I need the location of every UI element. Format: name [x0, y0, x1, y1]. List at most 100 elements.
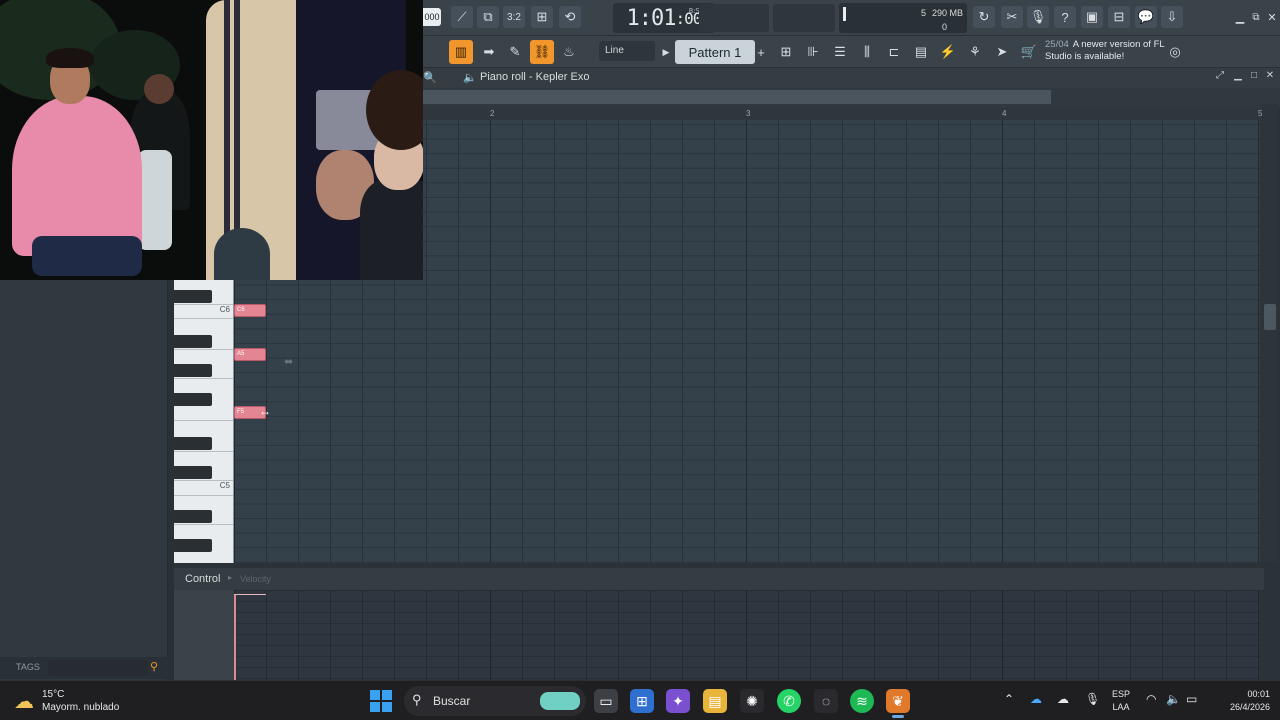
shop-icon[interactable]: 🛒: [1017, 40, 1041, 64]
windows-start-icon[interactable]: [370, 690, 392, 712]
help-icon[interactable]: ?: [1054, 6, 1076, 28]
black-key[interactable]: [174, 290, 212, 303]
stamp-icon[interactable]: ♨: [557, 40, 581, 64]
wifi-icon[interactable]: ◠: [1146, 692, 1156, 706]
clock-date: 26/4/2026: [1229, 702, 1270, 712]
velocity-bar[interactable]: [234, 594, 236, 680]
note-a5[interactable]: A5: [234, 348, 266, 361]
black-key[interactable]: [174, 393, 212, 406]
link-icon[interactable]: ⛓: [530, 40, 554, 64]
news-panel[interactable]: 25/04 A newer version of FL Studio is ava…: [1045, 39, 1180, 65]
zoom-icon[interactable]: 🔍: [423, 71, 437, 84]
arrow-right-icon[interactable]: ➡: [477, 40, 501, 64]
control-arrow-icon[interactable]: ▸: [228, 573, 232, 582]
pattern-select[interactable]: Pattern 1: [675, 40, 755, 64]
chatgpt-icon[interactable]: ✺: [740, 689, 764, 713]
black-key[interactable]: [174, 466, 212, 479]
send-icon[interactable]: ➤: [990, 40, 1014, 64]
black-key[interactable]: [174, 335, 212, 348]
browser-tree-icon[interactable]: ⊏: [882, 40, 906, 64]
piano-keyboard[interactable]: C6 C5: [174, 280, 234, 563]
metronome-icon[interactable]: ⟋: [451, 6, 473, 28]
update-icon[interactable]: ◎: [1163, 40, 1187, 64]
key-separator: [174, 349, 233, 350]
hint-panel: [699, 4, 769, 32]
play-arrow-icon[interactable]: ▶: [659, 40, 673, 64]
chair: [138, 150, 172, 250]
pencil-icon[interactable]: ✎: [503, 40, 527, 64]
system-clock[interactable]: 00:01 26/4/2026: [1210, 688, 1270, 714]
file-explorer-icon[interactable]: ▤: [703, 689, 727, 713]
black-key[interactable]: [174, 437, 212, 450]
key-separator: [174, 318, 233, 319]
volume-icon[interactable]: 🔈: [1166, 692, 1181, 706]
cut-icon[interactable]: ✂: [1001, 6, 1023, 28]
record-mode-icon[interactable]: ⧉: [477, 6, 499, 28]
mixer-view-icon[interactable]: ☰: [828, 40, 852, 64]
task-view-icon[interactable]: ▭: [594, 689, 618, 713]
pr-close-icon[interactable]: ✕: [1263, 70, 1277, 84]
velocity-lane[interactable]: [234, 590, 1260, 680]
playlist-icon[interactable]: ⊞: [774, 40, 798, 64]
channel-rack-icon[interactable]: ⊪: [801, 40, 825, 64]
control-label[interactable]: Control: [185, 573, 220, 585]
black-key[interactable]: [174, 364, 212, 377]
search-icon[interactable]: ⚲: [150, 660, 158, 673]
black-key[interactable]: [174, 510, 212, 523]
time-ruler[interactable]: 2 3 4 5: [423, 108, 1270, 120]
save-icon[interactable]: ▣: [1081, 6, 1103, 28]
document-icon[interactable]: ▤: [909, 40, 933, 64]
black-key[interactable]: [174, 539, 212, 552]
pr-maximize-icon[interactable]: □: [1247, 70, 1261, 84]
windows-taskbar: ☁ 15°C Mayorm. nublado ⚲ Buscar ▭ ⊞ ✦ ▤ …: [0, 680, 1280, 720]
note-c6[interactable]: C6: [234, 304, 266, 317]
cap: [214, 228, 270, 280]
step-count-icon[interactable]: 3:2: [503, 6, 525, 28]
tags-input[interactable]: [48, 660, 148, 676]
ghost-resize-icon: ⬌: [284, 356, 294, 368]
key-separator: [174, 451, 233, 452]
piano-roll-icon[interactable]: ▥: [449, 40, 473, 64]
onedrive-icon[interactable]: ☁: [1030, 692, 1042, 706]
close-icon[interactable]: ✕: [1261, 6, 1280, 28]
add-pattern-icon[interactable]: +: [753, 40, 769, 64]
chevron-up-icon[interactable]: ⌃: [1004, 692, 1014, 706]
tempo-tapper-icon[interactable]: ⚘: [963, 40, 987, 64]
copilot-icon[interactable]: ✦: [666, 689, 690, 713]
mixer-icon[interactable]: ⊟: [1108, 6, 1130, 28]
typing-keyboard-icon[interactable]: ⊞: [531, 6, 553, 28]
horizontal-scrollbar[interactable]: [423, 90, 1051, 104]
taskbar-search[interactable]: ⚲ Buscar: [404, 686, 586, 716]
weather-icon: ☁: [14, 691, 34, 713]
snap-select[interactable]: Line: [599, 41, 655, 61]
vertical-scrollbar[interactable]: [1262, 104, 1278, 562]
store-icon[interactable]: ⊞: [630, 689, 654, 713]
time-main: 1:01: [626, 5, 677, 31]
speaker-icon[interactable]: 🔈: [463, 71, 477, 84]
language-indicator[interactable]: ESP LAA: [1112, 688, 1130, 714]
detach-icon[interactable]: ⤢: [1213, 70, 1227, 84]
battery-icon[interactable]: ▭: [1186, 692, 1197, 706]
cloud-sync-icon[interactable]: ☁: [1057, 692, 1069, 706]
microphone-icon[interactable]: 🎙: [1027, 6, 1049, 28]
control-sub-label: Velocity: [240, 574, 272, 584]
event-lane-header: Control ▸ Velocity: [174, 568, 1264, 590]
fl-studio-icon[interactable]: ❦: [886, 689, 910, 718]
person-right: [360, 70, 423, 280]
song-position[interactable]: [773, 4, 835, 32]
pr-minimize-icon[interactable]: ▁: [1231, 70, 1245, 84]
plugin-icon[interactable]: ⚡: [936, 40, 960, 64]
whatsapp-icon[interactable]: ✆: [777, 689, 801, 713]
browser-panel[interactable]: [0, 280, 168, 680]
opera-icon[interactable]: ◌: [814, 689, 838, 713]
tempo-chip[interactable]: 000: [423, 8, 441, 26]
sliders-icon[interactable]: ⫼: [855, 40, 879, 64]
loop-record-icon[interactable]: ⟲: [559, 6, 581, 28]
weather-widget[interactable]: ☁ 15°C Mayorm. nublado: [14, 687, 164, 717]
undo-icon[interactable]: ↻: [973, 6, 995, 28]
spotify-icon[interactable]: ≋: [850, 689, 874, 713]
chat-icon[interactable]: 💬: [1135, 6, 1157, 28]
microphone-icon[interactable]: 🎙: [1085, 692, 1100, 706]
secondary-toolbar: ▥ ➡ ✎ ⛓ ♨ Line ▶ Pattern 1 + ⊞ ⊪ ☰ ⫼ ⊏ ▤…: [423, 36, 1280, 68]
download-icon[interactable]: ⇩: [1161, 6, 1183, 28]
